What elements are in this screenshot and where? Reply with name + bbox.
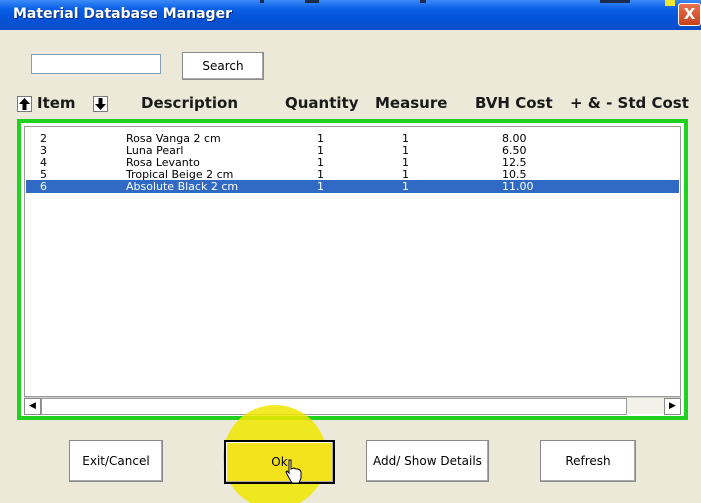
material-list-frame: 2 Rosa Vanga 2 cm 1 1 8.00 3 Luna Pearl … [17, 119, 688, 420]
sort-descending-arrow-icon[interactable] [93, 96, 108, 112]
cell-item: 6 [40, 180, 47, 193]
cell-bvh-cost: 11.00 [502, 180, 534, 193]
horizontal-scrollbar[interactable]: ◀ ▶ [24, 397, 681, 415]
title-bar[interactable]: Material Database Manager X [0, 0, 701, 30]
refresh-button[interactable]: Refresh [540, 440, 636, 482]
exit-cancel-button[interactable]: Exit/Cancel [69, 440, 163, 482]
down-arrow-icon [95, 98, 106, 110]
column-header-description[interactable]: Description [141, 94, 238, 112]
ok-button[interactable]: Ok [224, 440, 335, 484]
cell-quantity: 1 [317, 180, 324, 193]
cell-description: Absolute Black 2 cm [126, 180, 239, 193]
title-bar-marks [260, 0, 660, 4]
close-button[interactable]: X [678, 3, 701, 26]
column-header-quantity[interactable]: Quantity [285, 94, 359, 112]
column-header-measure[interactable]: Measure [375, 94, 447, 112]
search-button[interactable]: Search [182, 52, 264, 80]
scrollbar-thumb[interactable] [41, 398, 627, 415]
column-header-item[interactable]: Item [37, 94, 76, 112]
pointer-cursor-icon [285, 459, 302, 484]
scroll-left-icon[interactable]: ◀ [24, 398, 41, 415]
sort-ascending-arrow-icon[interactable] [17, 96, 32, 112]
search-input[interactable] [31, 54, 161, 74]
close-icon: X [683, 5, 696, 23]
column-header-std-cost[interactable]: + & - Std Cost [570, 94, 689, 112]
material-list[interactable]: 2 Rosa Vanga 2 cm 1 1 8.00 3 Luna Pearl … [24, 126, 681, 397]
add-show-details-button[interactable]: Add/ Show Details [366, 440, 489, 482]
cell-measure: 1 [402, 180, 409, 193]
title-bar-highlight [665, 0, 675, 6]
column-header-bvh-cost[interactable]: BVH Cost [475, 94, 553, 112]
up-arrow-icon [19, 98, 30, 110]
scroll-right-icon[interactable]: ▶ [664, 398, 681, 415]
window-title: Material Database Manager [13, 6, 232, 22]
table-row-selected[interactable]: 6 Absolute Black 2 cm 1 1 11.00 [26, 180, 679, 193]
